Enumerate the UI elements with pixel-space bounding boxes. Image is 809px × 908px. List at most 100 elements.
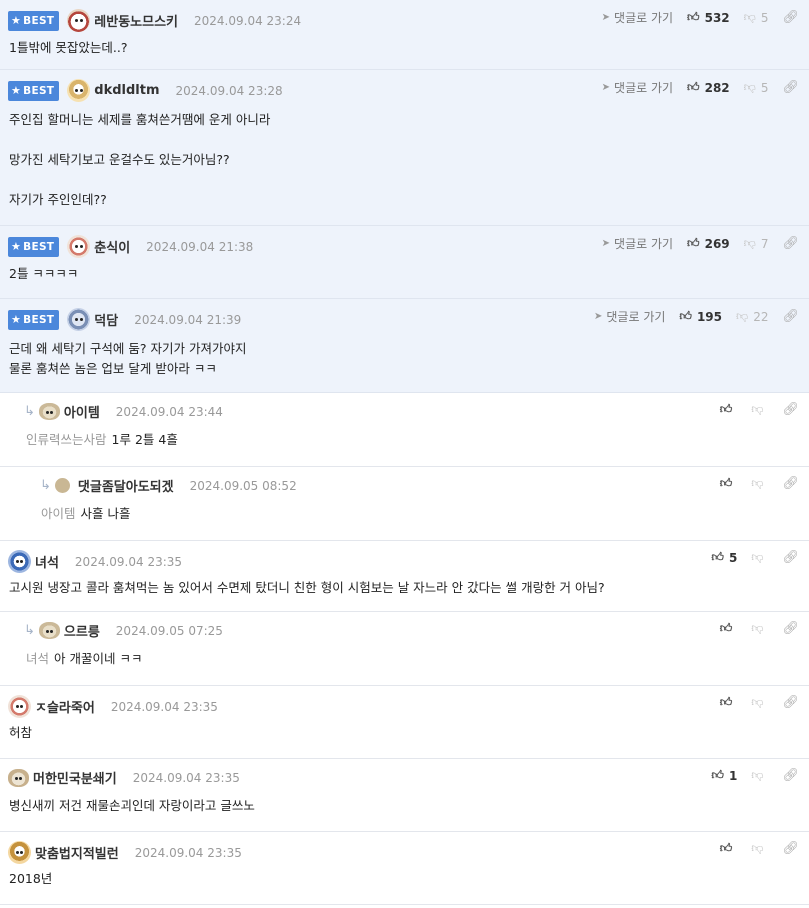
author-nickname[interactable]: dkdldltm: [94, 83, 159, 98]
dislike-count: 5: [760, 80, 769, 95]
link-icon[interactable]: 🔗︎: [782, 10, 799, 25]
goto-label: 댓글로 가기: [614, 11, 674, 25]
like-button[interactable]: 👍︎ 1: [711, 768, 737, 783]
like-button[interactable]: 👍︎ 269: [687, 236, 730, 251]
like-count: 1: [728, 768, 738, 783]
author-nickname[interactable]: 아이템: [64, 402, 100, 421]
goto-comment-link[interactable]: ➤ 댓글로 가기: [594, 308, 665, 325]
dislike-button[interactable]: 👎︎: [751, 476, 768, 491]
link-icon[interactable]: 🔗︎: [782, 695, 799, 710]
author-nickname[interactable]: 춘식이: [94, 237, 130, 256]
like-button[interactable]: 👍︎ 195: [679, 309, 722, 324]
link-icon[interactable]: 🔗︎: [782, 402, 799, 417]
dislike-button[interactable]: 👎︎: [751, 695, 768, 710]
goto-label: 댓글로 가기: [614, 81, 674, 95]
author-nickname[interactable]: 덕담: [94, 310, 118, 329]
dislike-button[interactable]: 👎︎ 7: [744, 236, 769, 251]
author-nickname[interactable]: 머한민국분쇄기: [33, 768, 117, 787]
comment-meta: ★ BEST 레반동노므스키 2024.09.04 23:24: [8, 9, 301, 32]
link-icon[interactable]: 🔗︎: [782, 621, 799, 636]
dislike-button[interactable]: 👎︎: [751, 402, 768, 417]
avatar[interactable]: [54, 478, 70, 493]
author-nickname[interactable]: 으르릉: [64, 621, 100, 640]
goto-comment-link[interactable]: ➤ 댓글로 가기: [602, 235, 673, 252]
thumbs-down-icon: 👎︎: [751, 841, 764, 855]
link-icon[interactable]: 🔗︎: [782, 80, 799, 95]
link-icon[interactable]: 🔗︎: [782, 476, 799, 491]
dislike-button[interactable]: 👎︎: [751, 841, 768, 856]
like-button[interactable]: 👍︎: [720, 621, 738, 636]
like-button[interactable]: 👍︎: [720, 476, 738, 491]
dislike-count: 7: [760, 236, 769, 251]
comment: 머한민국분쇄기 2024.09.04 23:35 👍︎ 1 👎︎ 🔗︎ 병신새끼 저건 재물…: [0, 759, 809, 832]
avatar[interactable]: [38, 622, 60, 639]
link-icon[interactable]: 🔗︎: [782, 768, 799, 783]
like-count: 5: [728, 550, 738, 565]
avatar[interactable]: [8, 695, 31, 718]
thumbs-down-icon: 👎︎: [751, 550, 764, 564]
comment-text: 아 개꿀이네 ㅋㅋ: [54, 651, 143, 666]
comment-meta: ㅈ슬라죽어 2024.09.04 23:35: [8, 695, 218, 718]
best-comment: ★ BEST 춘식이 2024.09.04 21:38 ➤ 댓글로 가기 👍︎ 269 👎︎ 7 🔗…: [0, 226, 809, 299]
like-button[interactable]: 👍︎: [720, 402, 738, 417]
comment-meta: ↳ 댓글좀달아도되겠 2024.09.05 08:52: [40, 476, 297, 495]
author-nickname[interactable]: 녀석: [35, 552, 59, 571]
send-icon: ➤: [594, 311, 603, 322]
thumbs-up-icon: 👍︎: [719, 695, 733, 709]
avatar[interactable]: [8, 841, 31, 864]
dislike-button[interactable]: 👎︎ 22: [736, 309, 768, 324]
comment-body: 1틀밖에 못잡았는데..?: [9, 38, 128, 58]
goto-comment-link[interactable]: ➤ 댓글로 가기: [602, 79, 673, 96]
comment-actions: 👍︎ 👎︎ 🔗︎: [720, 402, 799, 417]
like-button[interactable]: 👍︎ 532: [687, 10, 730, 25]
comment-date: 2024.09.05 08:52: [189, 478, 297, 493]
dislike-button[interactable]: 👎︎: [751, 550, 768, 565]
like-button[interactable]: 👍︎ 5: [711, 550, 737, 565]
comment-meta: ★ BEST 춘식이 2024.09.04 21:38: [8, 235, 253, 258]
comment-date: 2024.09.04 21:39: [134, 312, 242, 327]
mention-target[interactable]: 인류력쓰는사람: [26, 432, 107, 447]
link-icon[interactable]: 🔗︎: [782, 309, 799, 324]
dislike-button[interactable]: 👎︎: [751, 621, 768, 636]
dislike-button[interactable]: 👎︎ 5: [744, 10, 769, 25]
avatar[interactable]: [8, 550, 31, 573]
comment: 녀석 2024.09.04 23:35 👍︎ 5 👎︎ 🔗︎ 고시원 냉장고 콜라 훔쳐먹는…: [0, 541, 809, 612]
goto-comment-link[interactable]: ➤ 댓글로 가기: [602, 9, 673, 26]
mention-target[interactable]: 녀석: [26, 651, 49, 666]
thumbs-down-icon: 👎︎: [751, 476, 764, 490]
star-icon: ★: [11, 14, 22, 27]
comment-date: 2024.09.05 07:25: [115, 623, 223, 638]
link-icon[interactable]: 🔗︎: [782, 841, 799, 856]
dislike-button[interactable]: 👎︎: [751, 768, 768, 783]
comment-text: 고시원 냉장고 콜라 훔쳐먹는 놈 있어서 수면제 탔더니 친한 형이 시험보는…: [9, 580, 605, 595]
like-button[interactable]: 👍︎: [720, 841, 738, 856]
comment-meta: ↳ 아이템 2024.09.04 23:44: [24, 402, 223, 421]
author-nickname[interactable]: 레반동노므스키: [94, 11, 178, 30]
like-button[interactable]: 👍︎: [720, 695, 738, 710]
comment-body: 병신새끼 저건 재물손괴인데 자랑이라고 글쓰노: [9, 796, 255, 816]
best-label: BEST: [23, 313, 55, 326]
comment-date: 2024.09.04 21:38: [146, 239, 254, 254]
comment: 맞춤법지적빌런 2024.09.04 23:35 👍︎ 👎︎ 🔗︎ 2018년: [0, 832, 809, 905]
comment-body: 주인집 할머니는 세제를 훔쳐쓴거땜에 운게 아니라 망가진 세탁기보고 운걸수…: [9, 110, 270, 210]
comment-date: 2024.09.04 23:35: [110, 699, 218, 714]
comment-actions: 👍︎ 👎︎ 🔗︎: [720, 841, 799, 856]
send-icon: ➤: [601, 12, 611, 23]
avatar[interactable]: [67, 235, 91, 258]
author-nickname[interactable]: ㅈ슬라죽어: [35, 697, 95, 716]
avatar[interactable]: [8, 768, 29, 787]
avatar[interactable]: [67, 308, 91, 331]
dislike-button[interactable]: 👎︎ 5: [744, 80, 769, 95]
author-nickname[interactable]: 맞춤법지적빌런: [35, 843, 119, 862]
avatar[interactable]: [67, 79, 91, 102]
comment-actions: ➤ 댓글로 가기 👍︎ 269 👎︎ 7 🔗︎: [602, 235, 799, 252]
link-icon[interactable]: 🔗︎: [782, 236, 799, 251]
comment-date: 2024.09.04 23:28: [175, 83, 283, 98]
thumbs-down-icon: 👎︎: [751, 621, 764, 635]
mention-target[interactable]: 아이템: [41, 506, 76, 521]
author-nickname[interactable]: 댓글좀달아도되겠: [78, 476, 174, 495]
avatar[interactable]: [38, 403, 60, 420]
like-button[interactable]: 👍︎ 282: [687, 80, 730, 95]
avatar[interactable]: [67, 9, 91, 32]
link-icon[interactable]: 🔗︎: [782, 550, 799, 565]
